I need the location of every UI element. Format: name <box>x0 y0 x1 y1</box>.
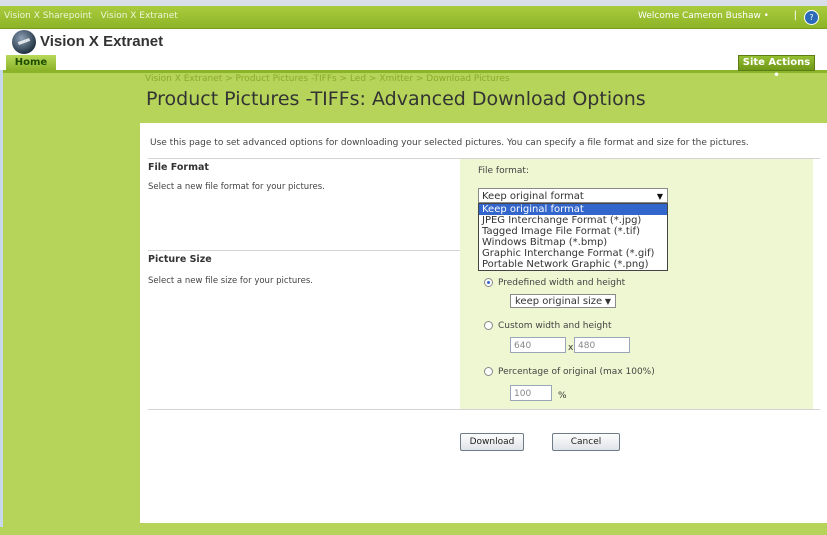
site-header: Vision X Extranet <box>0 29 827 55</box>
global-breadcrumb: Vision X Sharepoint Vision X Extranet <box>4 11 184 21</box>
site-title[interactable]: Vision X Extranet <box>40 33 163 50</box>
page-title: Product Pictures -TIFFs: Advanced Downlo… <box>146 88 646 110</box>
percentage-label: Percentage of original (max 100%) <box>498 367 655 377</box>
chevron-down-icon: ▼ <box>656 192 663 201</box>
file-format-selected-value: Keep original format <box>482 191 584 202</box>
intro-text: Use this page to set advanced options fo… <box>150 138 749 148</box>
percentage-input[interactable]: 100 <box>510 385 552 401</box>
download-button[interactable]: Download <box>460 433 524 451</box>
help-icon[interactable]: ? <box>804 10 819 25</box>
tab-home[interactable]: Home <box>6 55 56 70</box>
custom-size-radio[interactable] <box>484 321 493 330</box>
width-input[interactable]: 640 <box>510 337 566 353</box>
percent-unit: % <box>558 391 567 401</box>
crumb-vision-x-extranet[interactable]: Vision X Extranet <box>101 11 178 21</box>
height-input[interactable]: 480 <box>574 337 630 353</box>
top-bar: Vision X Sharepoint Vision X Extranet We… <box>0 6 827 29</box>
cancel-button[interactable]: Cancel <box>552 433 620 451</box>
topbar-divider: | <box>793 10 797 21</box>
format-option-original[interactable]: Keep original format <box>479 204 667 215</box>
custom-size-label: Custom width and height <box>498 321 612 331</box>
bottom-strip <box>0 527 827 535</box>
site-logo-icon[interactable] <box>12 30 36 54</box>
format-option-tif[interactable]: Tagged Image File Format (*.tif) <box>479 226 667 237</box>
file-format-title: File Format <box>148 162 209 173</box>
welcome-menu[interactable]: Welcome Cameron Bushaw • <box>638 11 769 21</box>
picture-size-description: Select a new file size for your pictures… <box>148 276 313 286</box>
page-breadcrumb[interactable]: Vision X Extranet > Product Pictures -TI… <box>145 74 510 84</box>
picture-size-title: Picture Size <box>148 254 212 265</box>
dimension-separator: x <box>568 343 574 353</box>
format-option-png[interactable]: Portable Network Graphic (*.png) <box>479 259 667 270</box>
site-actions-menu[interactable]: Site Actions • <box>738 55 815 81</box>
format-option-jpg[interactable]: JPEG Interchange Format (*.jpg) <box>479 215 667 226</box>
predefined-size-label: Predefined width and height <box>498 278 626 288</box>
format-option-gif[interactable]: Graphic Interchange Format (*.gif) <box>479 248 667 259</box>
percentage-radio[interactable] <box>484 367 493 376</box>
predefined-size-radio[interactable] <box>484 278 493 287</box>
top-nav: Home Site Actions • <box>0 55 827 81</box>
left-frame <box>0 70 3 535</box>
chevron-down-icon: ▼ <box>604 297 611 306</box>
format-option-bmp[interactable]: Windows Bitmap (*.bmp) <box>479 237 667 248</box>
crumb-vision-x-sharepoint[interactable]: Vision X Sharepoint <box>4 11 92 21</box>
main-content: Use this page to set advanced options fo… <box>140 123 827 523</box>
predefined-size-select[interactable]: keep original size ▼ <box>510 294 616 308</box>
file-format-select[interactable]: Keep original format ▼ <box>478 188 668 203</box>
file-format-description: Select a new file format for your pictur… <box>148 182 325 192</box>
section-divider <box>148 250 460 251</box>
file-format-dropdown-list: Keep original format JPEG Interchange Fo… <box>478 203 668 271</box>
predefined-size-value: keep original size <box>515 296 603 307</box>
section-divider <box>148 409 820 410</box>
file-format-label: File format: <box>478 166 529 176</box>
